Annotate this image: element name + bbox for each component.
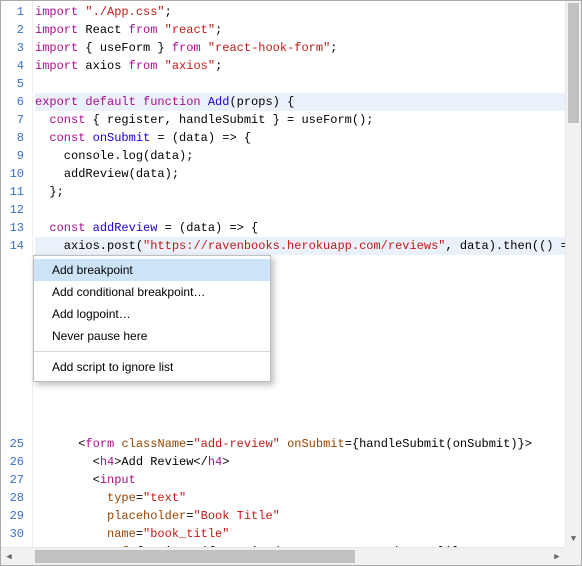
code-line[interactable] bbox=[35, 201, 581, 219]
code-line[interactable]: placeholder="Book Title" bbox=[35, 507, 581, 525]
line-number[interactable]: 5 bbox=[7, 75, 24, 93]
line-number[interactable]: 8 bbox=[7, 129, 24, 147]
scrollbar-corner bbox=[565, 547, 581, 565]
menu-separator bbox=[34, 351, 270, 352]
code-line[interactable]: const addReview = (data) => { bbox=[35, 219, 581, 237]
line-number[interactable]: 13 bbox=[7, 219, 24, 237]
code-line[interactable]: const onSubmit = (data) => { bbox=[35, 129, 581, 147]
line-number[interactable]: 29 bbox=[7, 507, 24, 525]
line-number[interactable] bbox=[7, 345, 24, 363]
code-line[interactable] bbox=[35, 417, 581, 435]
line-number[interactable]: 6 bbox=[7, 93, 24, 111]
code-line[interactable]: console.log(data); bbox=[35, 147, 581, 165]
menu-item[interactable]: Add script to ignore list bbox=[34, 356, 270, 378]
scroll-left-arrow-icon[interactable]: ◀ bbox=[1, 548, 17, 565]
code-line[interactable] bbox=[35, 75, 581, 93]
line-number-gutter[interactable]: 1234567891011121314252627282930313233343… bbox=[1, 1, 33, 547]
code-line[interactable] bbox=[35, 381, 581, 399]
line-number[interactable] bbox=[7, 327, 24, 345]
scrollbar-thumb[interactable] bbox=[568, 3, 579, 123]
code-line[interactable]: axios.post("https://ravenbooks.herokuapp… bbox=[35, 237, 581, 255]
horizontal-scrollbar[interactable]: ◀ ▶ bbox=[1, 547, 565, 565]
line-number[interactable] bbox=[7, 291, 24, 309]
line-number[interactable] bbox=[7, 399, 24, 417]
code-line[interactable]: }; bbox=[35, 183, 581, 201]
line-number[interactable] bbox=[7, 255, 24, 273]
code-line[interactable] bbox=[35, 399, 581, 417]
code-line[interactable]: name="book_title" bbox=[35, 525, 581, 543]
line-number[interactable]: 11 bbox=[7, 183, 24, 201]
line-number[interactable] bbox=[7, 273, 24, 291]
line-number[interactable]: 3 bbox=[7, 39, 24, 57]
line-number[interactable]: 4 bbox=[7, 57, 24, 75]
menu-item[interactable]: Add conditional breakpoint… bbox=[34, 281, 270, 303]
scrollbar-thumb[interactable] bbox=[35, 550, 355, 563]
line-number[interactable] bbox=[7, 381, 24, 399]
context-menu: Add breakpointAdd conditional breakpoint… bbox=[33, 255, 271, 382]
code-line[interactable]: import { useForm } from "react-hook-form… bbox=[35, 39, 581, 57]
line-number[interactable]: 7 bbox=[7, 111, 24, 129]
code-line[interactable]: addReview(data); bbox=[35, 165, 581, 183]
line-number[interactable]: 10 bbox=[7, 165, 24, 183]
code-line[interactable]: type="text" bbox=[35, 489, 581, 507]
menu-item[interactable]: Add breakpoint bbox=[34, 259, 270, 281]
line-number[interactable] bbox=[7, 309, 24, 327]
line-number[interactable]: 14 bbox=[7, 237, 24, 255]
menu-item[interactable]: Add logpoint… bbox=[34, 303, 270, 325]
scroll-down-arrow-icon[interactable]: ▼ bbox=[566, 531, 581, 547]
code-line[interactable]: <form className="add-review" onSubmit={h… bbox=[35, 435, 581, 453]
line-number[interactable] bbox=[7, 363, 24, 381]
line-number[interactable]: 28 bbox=[7, 489, 24, 507]
line-number[interactable]: 26 bbox=[7, 453, 24, 471]
code-line[interactable]: export default function Add(props) { bbox=[35, 93, 581, 111]
line-number[interactable]: 9 bbox=[7, 147, 24, 165]
scroll-right-arrow-icon[interactable]: ▶ bbox=[549, 548, 565, 565]
line-number[interactable]: 30 bbox=[7, 525, 24, 543]
line-number[interactable]: 1 bbox=[7, 3, 24, 21]
menu-item[interactable]: Never pause here bbox=[34, 325, 270, 347]
line-number[interactable]: 2 bbox=[7, 21, 24, 39]
code-line[interactable]: <input bbox=[35, 471, 581, 489]
code-line[interactable]: import "./App.css"; bbox=[35, 3, 581, 21]
code-line[interactable]: const { register, handleSubmit } = useFo… bbox=[35, 111, 581, 129]
line-number[interactable]: 27 bbox=[7, 471, 24, 489]
code-line[interactable]: import React from "react"; bbox=[35, 21, 581, 39]
code-line[interactable]: <h4>Add Review</h4> bbox=[35, 453, 581, 471]
line-number[interactable] bbox=[7, 417, 24, 435]
line-number[interactable]: 12 bbox=[7, 201, 24, 219]
vertical-scrollbar[interactable]: ▲ ▼ bbox=[565, 1, 581, 547]
code-line[interactable]: import axios from "axios"; bbox=[35, 57, 581, 75]
line-number[interactable]: 25 bbox=[7, 435, 24, 453]
